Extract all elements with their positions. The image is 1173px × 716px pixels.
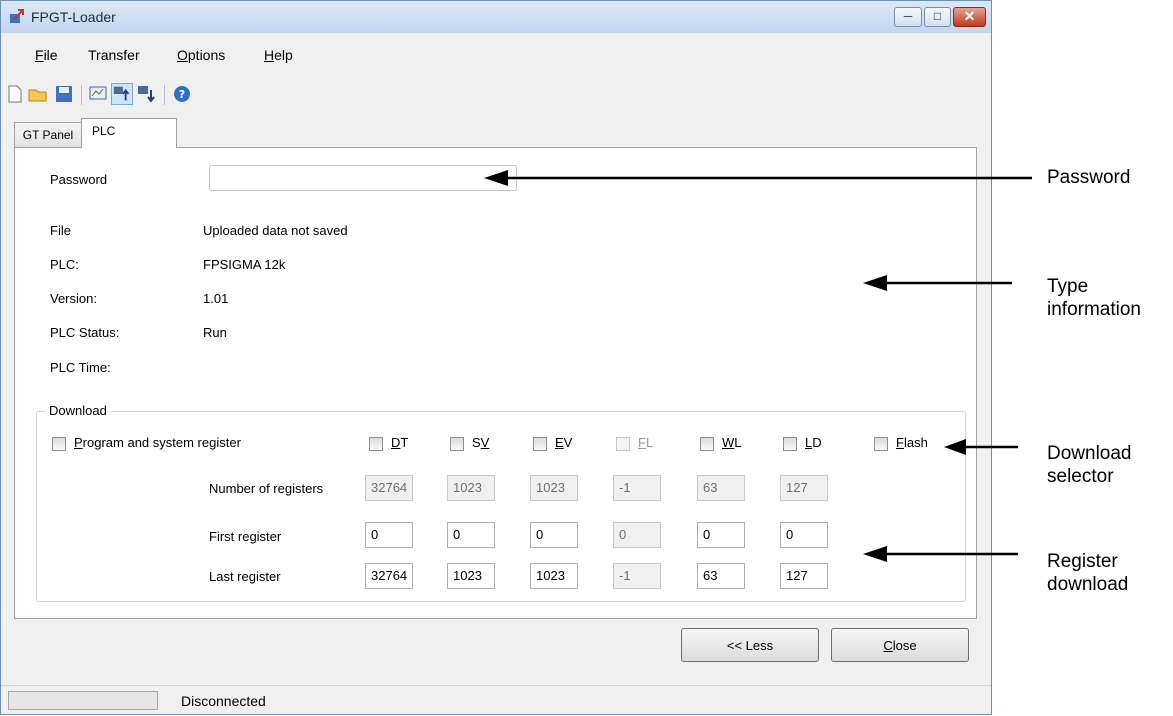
annotation-arrows <box>484 170 1032 562</box>
tab-plc[interactable]: PLC <box>81 118 177 148</box>
annotation-type-info-1: Type <box>1047 276 1089 297</box>
annotation-download-selector-2: selector <box>1047 466 1114 487</box>
password-arrowhead <box>484 170 508 186</box>
tab-plc-label: PLC <box>92 124 116 138</box>
annotation-download-selector-1: Download <box>1047 443 1132 464</box>
annotation-register-download-1: Register <box>1047 551 1118 572</box>
annotation-password: Password <box>1047 167 1131 188</box>
annotation-type-info-2: information <box>1047 299 1141 320</box>
register-download-arrowhead <box>863 546 887 562</box>
download-selector-arrowhead <box>944 439 966 455</box>
annotation-register-download-2: download <box>1047 574 1129 595</box>
type-info-arrowhead <box>863 275 887 291</box>
